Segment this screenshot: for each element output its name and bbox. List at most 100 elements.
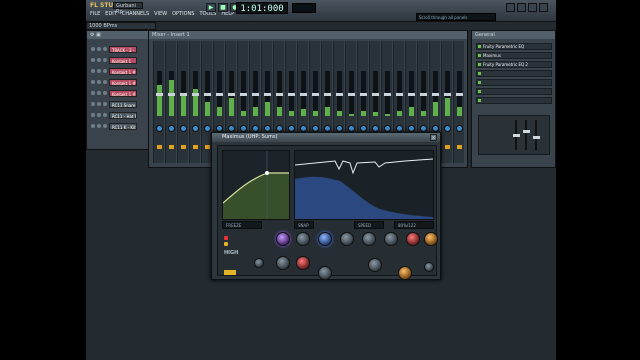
volume-fader[interactable] — [216, 93, 223, 96]
pan-knob[interactable] — [408, 125, 415, 132]
fx-slot[interactable] — [476, 79, 552, 86]
mixer-strip[interactable] — [453, 41, 464, 163]
pre-gain-knob[interactable] — [276, 232, 290, 246]
channel-row[interactable]: Kontakt 1 #2 — [91, 67, 137, 75]
volume-fader[interactable] — [180, 93, 187, 96]
band-select-button[interactable] — [224, 270, 236, 275]
eq-slider[interactable] — [513, 134, 520, 137]
channel-led[interactable] — [91, 124, 95, 128]
master-strip[interactable] — [153, 41, 164, 163]
lookahead-knob[interactable] — [276, 256, 290, 270]
volume-fader[interactable] — [204, 93, 211, 96]
menu-file[interactable]: FILE — [90, 11, 100, 17]
mixer-button[interactable] — [517, 3, 526, 12]
channel-name[interactable]: TRACK - 2 - IT — [109, 45, 137, 53]
pan-knob[interactable] — [432, 125, 439, 132]
band-gain-knob[interactable] — [368, 258, 382, 272]
channel-vol[interactable] — [103, 113, 107, 117]
release-knob[interactable] — [362, 232, 376, 246]
volume-knob[interactable] — [318, 232, 332, 246]
route-led[interactable] — [205, 145, 210, 149]
volume-fader[interactable] — [276, 93, 283, 96]
volume-fader[interactable] — [312, 93, 319, 96]
volume-fader[interactable] — [156, 93, 163, 96]
pan-knob[interactable] — [456, 125, 463, 132]
mix-knob[interactable] — [398, 266, 412, 280]
pan-knob[interactable] — [296, 232, 310, 246]
slot-led[interactable] — [478, 63, 481, 66]
channel-led[interactable] — [91, 58, 95, 62]
pan-knob[interactable] — [252, 125, 259, 132]
volume-fader[interactable] — [432, 93, 439, 96]
channel-led[interactable] — [91, 91, 95, 95]
channel-name[interactable]: Kontakt 1 #2 — [109, 67, 137, 75]
volume-fader[interactable] — [240, 93, 247, 96]
volume-fader[interactable] — [300, 93, 307, 96]
threshold-knob[interactable] — [384, 232, 398, 246]
pan-knob[interactable] — [420, 125, 427, 132]
channel-pan[interactable] — [97, 124, 101, 128]
channel-row[interactable]: TRACK - 2 - IT — [91, 45, 137, 53]
channel-name[interactable]: Kontakt 1 #3 — [109, 78, 137, 86]
channel-pan[interactable] — [97, 102, 101, 106]
route-led[interactable] — [169, 145, 174, 149]
volume-fader[interactable] — [456, 93, 463, 96]
volume-fader[interactable] — [372, 93, 379, 96]
menu-edit[interactable]: EDIT — [105, 11, 117, 17]
output-knob[interactable] — [424, 232, 438, 246]
volume-fader[interactable] — [264, 93, 271, 96]
stop-button[interactable]: ■ — [218, 3, 228, 12]
lmh-knob[interactable] — [254, 258, 264, 268]
pan-knob[interactable] — [360, 125, 367, 132]
volume-fader[interactable] — [384, 93, 391, 96]
pan-knob[interactable] — [204, 125, 211, 132]
volume-fader[interactable] — [348, 93, 355, 96]
volume-fader[interactable] — [336, 93, 343, 96]
slot-led[interactable] — [478, 54, 481, 57]
play-button[interactable]: ▶ — [206, 3, 216, 12]
channel-pan[interactable] — [97, 113, 101, 117]
band-spectrum-graph[interactable] — [294, 150, 434, 220]
channel-row[interactable]: RC11 Snare (S) — [91, 100, 137, 108]
channel-vol[interactable] — [103, 69, 107, 73]
channel-led[interactable] — [91, 69, 95, 73]
speed-control[interactable]: SPEED — [354, 221, 384, 229]
pan-knob[interactable] — [216, 125, 223, 132]
fx-slot[interactable]: Fruity Parametric EQ — [476, 43, 552, 50]
pan-knob[interactable] — [228, 125, 235, 132]
volume-fader[interactable] — [192, 93, 199, 96]
channel-row[interactable]: Kontakt 1 #3 — [91, 78, 137, 86]
freeze-control[interactable]: FREEZE — [222, 221, 262, 229]
volume-fader[interactable] — [288, 93, 295, 96]
volume-fader[interactable] — [324, 93, 331, 96]
pan-knob[interactable] — [396, 125, 403, 132]
curve-knob[interactable] — [424, 262, 434, 272]
channel-name[interactable]: Kontakt 1 #4 — [109, 89, 137, 97]
pan-knob[interactable] — [276, 125, 283, 132]
slot-led[interactable] — [478, 72, 481, 75]
channel-name[interactable]: RC11 Snare (S) — [109, 100, 137, 108]
volume-fader[interactable] — [252, 93, 259, 96]
channel-vol[interactable] — [103, 124, 107, 128]
route-led[interactable] — [157, 145, 162, 149]
close-button[interactable]: x — [430, 134, 437, 141]
attack-knob[interactable] — [340, 232, 354, 246]
volume-fader[interactable] — [168, 93, 175, 96]
channel-pan[interactable] — [97, 58, 101, 62]
project-name[interactable]: Gurbani Rp — [113, 2, 143, 15]
volume-fader[interactable] — [420, 93, 427, 96]
channel-vol[interactable] — [103, 91, 107, 95]
route-led[interactable] — [445, 145, 450, 149]
eq-slider[interactable] — [523, 130, 530, 133]
playlist-button[interactable] — [528, 3, 537, 12]
menu-view[interactable]: VIEW — [154, 11, 167, 17]
channel-pan[interactable] — [97, 69, 101, 73]
channel-vol[interactable] — [103, 58, 107, 62]
channel-vol[interactable] — [103, 80, 107, 84]
slot-led[interactable] — [478, 45, 481, 48]
pan-knob[interactable] — [312, 125, 319, 132]
pan-knob[interactable] — [192, 125, 199, 132]
pan-knob[interactable] — [288, 125, 295, 132]
plugin-title[interactable]: Maximus (UHP: Sums) — [212, 133, 440, 142]
mixer-strip[interactable] — [441, 41, 452, 163]
